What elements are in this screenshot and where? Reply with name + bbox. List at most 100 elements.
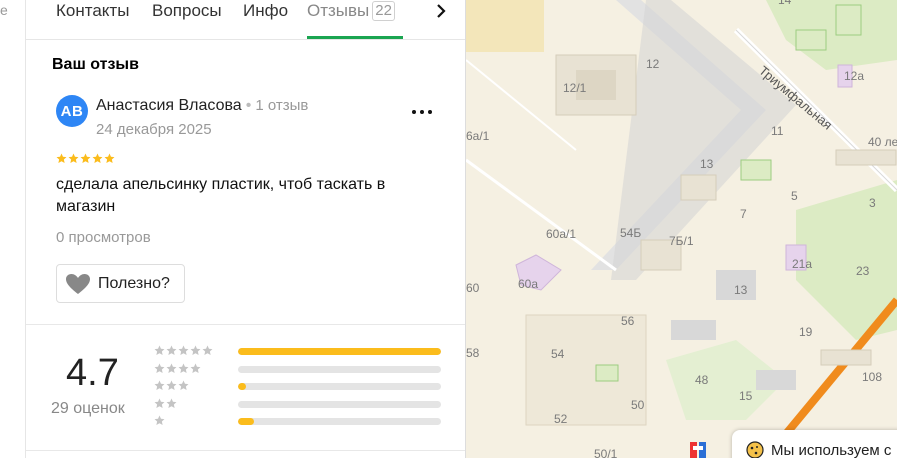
map-building-number: 54Б [620,226,641,240]
map-canvas[interactable]: 12 12/1 14 12а 11 40 ле 13 5 3 7 6а/1 60а/1 54Б 7Б/1 2… [466,0,897,458]
reviews-count-badge: 22 [372,1,395,21]
divider [26,324,465,325]
map-building-number: 40 ле [868,135,897,149]
avatar[interactable]: АВ [56,95,88,127]
tab-label: Инфо [243,1,289,20]
map-building-number: 50/1 [594,447,618,458]
left-panel-edge: е [0,0,26,458]
ratings-count: 29 оценок [51,400,125,417]
tab-contacts[interactable]: Контакты [56,0,129,22]
star-icon [80,153,91,163]
cookie-icon [746,441,764,458]
map-building-number: 56 [621,314,635,328]
review-star-rating [56,153,115,164]
rating-row-4-stars[interactable] [154,361,444,379]
heart-icon [66,273,90,294]
map-building-number: 60а [518,277,538,291]
rating-bar [238,348,441,355]
chevron-right-icon [437,4,446,18]
map-building-number: 52 [554,412,568,426]
review-author: Анастасия Власова • 1 отзыв [96,97,308,115]
rating-row-5-stars[interactable] [154,343,444,361]
review-views: 0 просмотров [56,229,151,246]
map-view[interactable]: 12 12/1 14 12а 11 40 ле 13 5 3 7 6а/1 60а/1 54Б 7Б/1 2… [466,0,897,458]
star-icon [166,363,177,373]
map-building-number: 21а [792,257,812,271]
map-building-number: 12 [646,57,660,71]
rating-bar-fill [238,418,255,425]
tab-label: Контакты [56,1,130,20]
left-panel-text-fragment: е [0,2,8,18]
separator-dot: • [245,97,252,114]
star-icon [104,153,115,163]
rating-bar [238,400,441,408]
star-icon [178,345,189,355]
tab-label: Вопросы [152,1,222,20]
useful-label: Полезно? [98,274,170,292]
divider [26,450,465,451]
star-icon [154,363,165,373]
review-text: сделала апельсинку пластик, чтоб таскать… [56,176,386,215]
map-building-number: 7Б/1 [669,234,694,248]
author-review-count: 1 отзыв [255,97,309,114]
rating-bar [238,418,441,425]
tab-questions[interactable]: Вопросы [152,0,222,22]
map-building-number: 12/1 [563,81,587,95]
star-icon [178,380,189,390]
star-icon [68,153,79,163]
star-icon [56,153,67,163]
star-icon [166,398,177,408]
map-building-number: 54 [551,347,565,361]
row-stars [154,345,213,356]
map-building-number: 11 [771,124,784,138]
row-stars [154,398,177,409]
tab-reviews[interactable]: Отзывы 22 [307,0,395,22]
cookie-banner[interactable]: Мы используем с [732,430,897,458]
map-building-number: 3 [869,196,876,210]
map-building-number: 58 [466,346,480,360]
map-building-number: 108 [862,370,882,384]
star-icon [92,153,103,163]
tab-info[interactable]: Инфо [243,0,288,22]
rating-bar-fill [238,383,247,390]
average-rating: 4.7 [66,352,119,394]
author-name[interactable]: Анастасия Власова [96,97,242,114]
star-icon [166,380,177,390]
tabs-scroll-right-button[interactable] [430,0,452,22]
row-stars [154,380,189,391]
useful-button[interactable]: Полезно? [56,264,185,303]
metro-icon[interactable] [690,440,720,458]
cookie-text: Мы используем с [771,441,892,458]
map-building-number: 13 [700,157,714,171]
star-icon [154,398,165,408]
tabs-bar: Контакты Вопросы Инфо Отзывы 22 [26,0,465,40]
tab-label: Отзывы [307,1,370,20]
map-building-number: 7 [740,207,747,221]
map-building-number: 14 [778,0,792,7]
star-icon [190,363,201,373]
star-icon [178,363,189,373]
map-building-number: 12а [844,69,864,83]
star-icon [202,345,213,355]
star-icon [154,415,165,425]
section-title: Ваш отзыв [52,56,139,73]
active-tab-indicator [307,36,403,39]
organization-panel: Контакты Вопросы Инфо Отзывы 22 Ваш отзыв… [26,0,466,458]
star-icon [166,345,177,355]
row-stars [154,363,201,374]
star-icon [154,380,165,390]
star-icon [154,345,165,355]
rating-row-1-stars[interactable] [154,413,444,431]
rating-row-2-stars[interactable] [154,396,444,414]
review-date: 24 декабря 2025 [96,121,212,138]
rating-bar [238,383,441,390]
rating-row-3-stars[interactable] [154,378,444,396]
map-building-number: 19 [799,325,813,339]
more-options-button[interactable] [408,100,436,124]
map-building-number: 60а/1 [546,227,576,241]
map-building-number: 23 [856,264,870,278]
star-icon [190,345,201,355]
rating-distribution [154,343,444,431]
map-building-number: 5 [791,189,798,203]
map-building-number: 15 [739,389,753,403]
